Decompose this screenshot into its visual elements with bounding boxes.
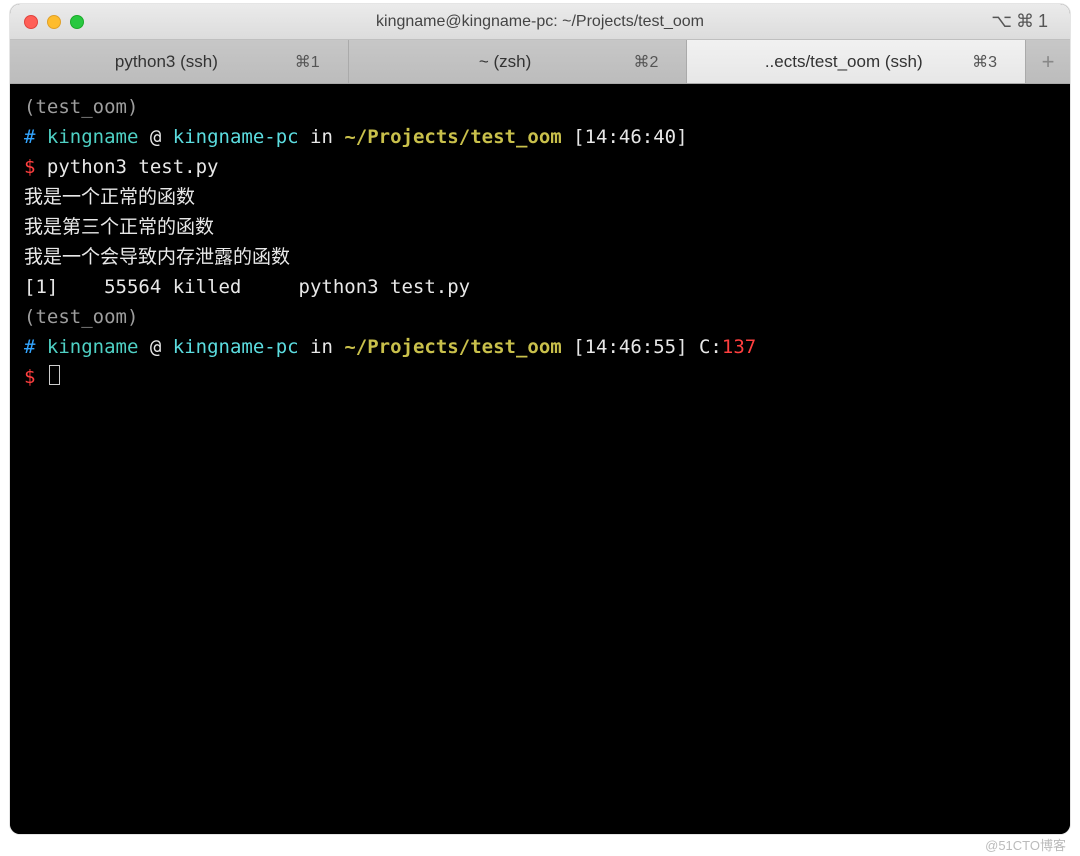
prompt-host: kingname-pc (173, 126, 299, 148)
prompt-dollar: $ (24, 156, 47, 178)
prompt-in: in (299, 126, 345, 148)
minimize-icon[interactable] (47, 15, 61, 29)
prompt-time: [14:46:40] (562, 126, 688, 148)
tab-label: python3 (ssh) (38, 52, 295, 72)
tab-bar: python3 (ssh) ⌘1 ~ (zsh) ⌘2 ..ects/test_… (10, 40, 1070, 84)
prompt-user: kingname (47, 336, 139, 358)
tab-python3-ssh[interactable]: python3 (ssh) ⌘1 (10, 40, 349, 83)
stdout-line: 我是一个正常的函数 (24, 186, 195, 208)
prompt-dollar: $ (24, 366, 47, 388)
traffic-lights (10, 15, 84, 29)
terminal-output[interactable]: (test_oom) # kingname @ kingname-pc in ~… (10, 84, 1070, 834)
tab-test-oom-ssh[interactable]: ..ects/test_oom (ssh) ⌘3 (687, 40, 1026, 83)
prompt-path: ~/Projects/test_oom (344, 126, 561, 148)
stdout-line: 我是第三个正常的函数 (24, 216, 214, 238)
titlebar: kingname@kingname-pc: ~/Projects/test_oo… (10, 4, 1070, 40)
prompt-path: ~/Projects/test_oom (344, 336, 561, 358)
tab-shortcut: ⌘2 (633, 52, 658, 72)
command-text: python3 test.py (47, 156, 219, 178)
terminal-window: kingname@kingname-pc: ~/Projects/test_oo… (10, 4, 1070, 834)
window-shortcut-badge: ⌥⌘1 (991, 11, 1052, 32)
maximize-icon[interactable] (70, 15, 84, 29)
tab-home-zsh[interactable]: ~ (zsh) ⌘2 (349, 40, 688, 83)
tab-shortcut: ⌘1 (295, 52, 320, 72)
tab-label: ~ (zsh) (377, 52, 634, 72)
plus-icon: + (1042, 49, 1055, 75)
prompt-host: kingname-pc (173, 336, 299, 358)
virtualenv-name: (test_oom) (24, 306, 138, 328)
prompt-hash: # (24, 126, 35, 148)
prompt-at: @ (138, 336, 172, 358)
tab-label: ..ects/test_oom (ssh) (715, 52, 972, 72)
virtualenv-name: (test_oom) (24, 96, 138, 118)
prompt-hash: # (24, 336, 35, 358)
prompt-user: kingname (47, 126, 139, 148)
close-icon[interactable] (24, 15, 38, 29)
window-title: kingname@kingname-pc: ~/Projects/test_oo… (376, 13, 704, 31)
exit-code-value: 137 (722, 336, 756, 358)
prompt-time: [14:46:55] (562, 336, 699, 358)
stdout-line: [1] 55564 killed python3 test.py (24, 276, 470, 298)
cursor-icon (49, 365, 60, 385)
add-tab-button[interactable]: + (1026, 40, 1070, 83)
exit-code-label: C: (699, 336, 722, 358)
watermark-text: @51CTO博客 (985, 835, 1066, 854)
prompt-in: in (299, 336, 345, 358)
tab-shortcut: ⌘3 (972, 52, 997, 72)
stdout-line: 我是一个会导致内存泄露的函数 (24, 246, 290, 268)
prompt-at: @ (138, 126, 172, 148)
